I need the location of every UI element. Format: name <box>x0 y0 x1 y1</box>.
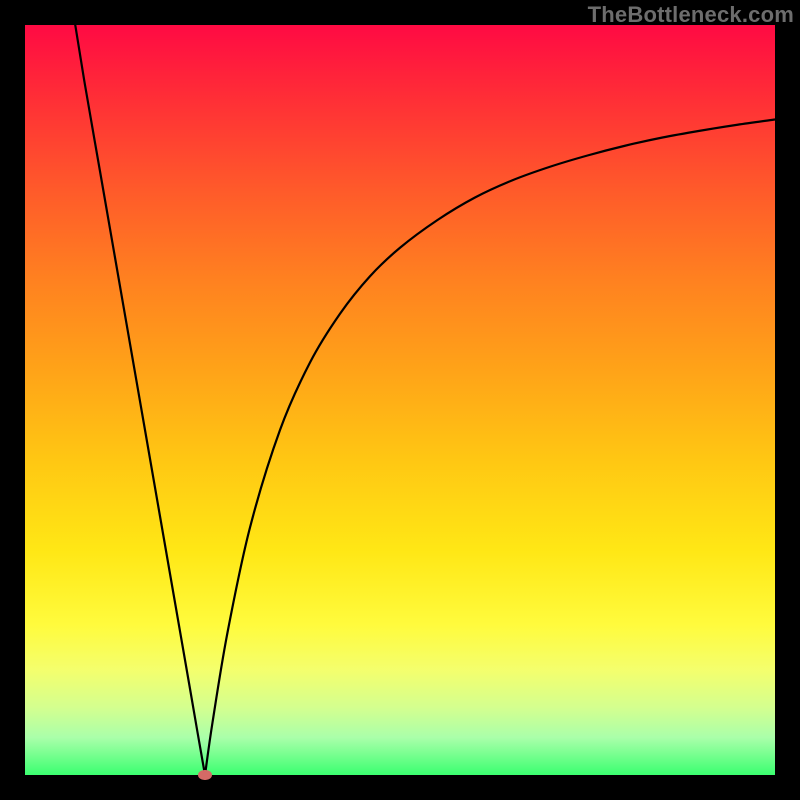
chart-frame <box>25 25 775 775</box>
watermark-text: TheBottleneck.com <box>588 2 794 28</box>
gradient-background <box>25 25 775 775</box>
